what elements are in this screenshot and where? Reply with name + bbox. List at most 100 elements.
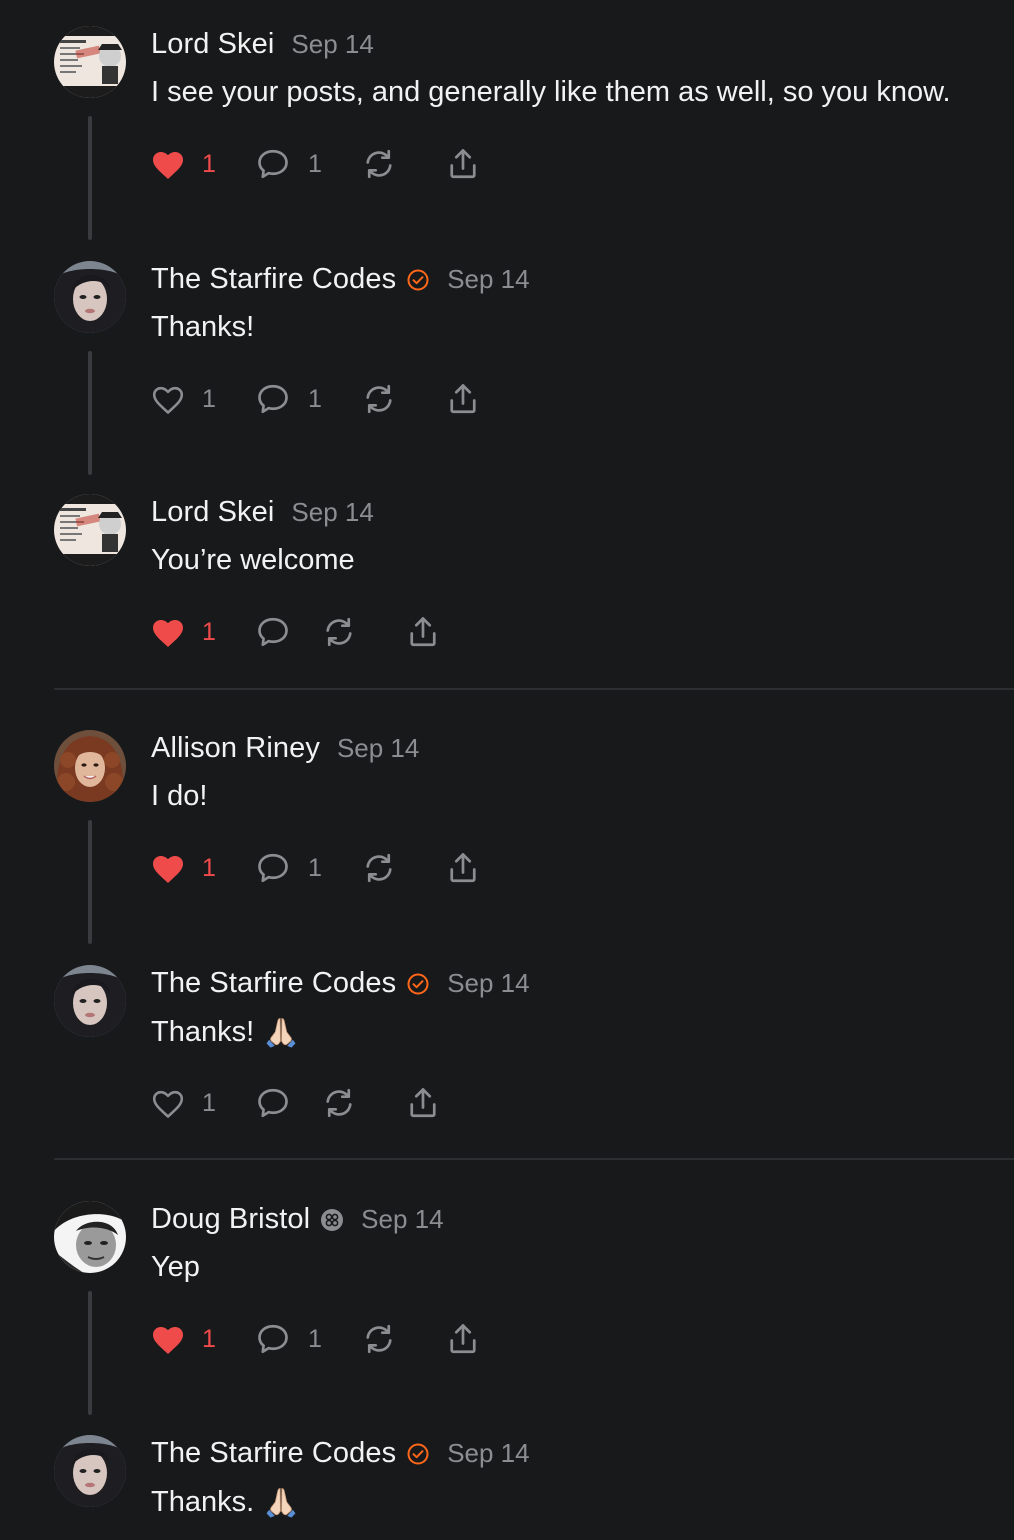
comment: Allison Riney Sep 14 I do! 1 1 <box>0 730 1014 950</box>
heart-filled-icon <box>153 152 183 179</box>
author-name[interactable]: Doug Bristol <box>151 1203 310 1236</box>
reply-button[interactable]: 1 <box>254 144 322 184</box>
subscriber-badge <box>320 1208 344 1232</box>
like-button[interactable]: 1 <box>150 1083 216 1123</box>
like-button[interactable]: 1 <box>150 144 216 184</box>
author-name[interactable]: Allison Riney <box>151 732 320 765</box>
heart-outline-icon <box>152 386 184 414</box>
verified-check-icon <box>407 973 429 994</box>
restack-button[interactable] <box>360 379 398 419</box>
avatar-lord-skei[interactable] <box>54 26 126 98</box>
comment-date[interactable]: Sep 14 <box>337 733 419 764</box>
restack-button[interactable] <box>360 848 398 888</box>
restack-button[interactable] <box>360 144 398 184</box>
share-button[interactable] <box>444 848 482 888</box>
avatar-lord-skei[interactable] <box>54 494 126 566</box>
share-icon <box>450 149 476 179</box>
comment-date[interactable]: Sep 14 <box>291 497 373 528</box>
comment-body: I do! <box>151 780 207 813</box>
reply-count: 1 <box>308 1324 322 1353</box>
comment-text: You’re welcome <box>151 544 355 576</box>
comment-header: Lord Skei Sep 14 <box>151 496 374 529</box>
verified-check-icon <box>407 269 429 290</box>
comment-date[interactable]: Sep 14 <box>447 264 529 295</box>
heart-filled-icon <box>153 1327 183 1354</box>
restack-icon <box>366 853 392 883</box>
thread-line <box>88 1291 92 1415</box>
share-button[interactable] <box>404 1083 442 1123</box>
restack-button[interactable] <box>360 1319 398 1359</box>
comment-bubble-icon <box>258 149 288 179</box>
comment-date[interactable]: Sep 14 <box>291 29 373 60</box>
comment-text: Thanks! <box>151 1015 255 1048</box>
starfire-avatar-image <box>54 1435 126 1507</box>
comment-text: I do! <box>151 780 208 812</box>
like-button[interactable]: 1 <box>150 848 216 888</box>
avatar-allison[interactable] <box>54 730 126 802</box>
comment-date[interactable]: Sep 14 <box>361 1204 443 1235</box>
comment: Lord Skei Sep 14 You’re welcome 1 <box>0 494 1014 674</box>
share-button[interactable] <box>444 379 482 419</box>
like-count: 1 <box>202 1088 216 1117</box>
like-button[interactable]: 1 <box>150 612 216 652</box>
comment-text: Yep <box>151 1251 200 1283</box>
heart-filled-icon <box>153 856 183 883</box>
verified-check-icon <box>407 1443 429 1464</box>
comment-actions: 1 <box>150 1083 442 1123</box>
avatar-doug[interactable] <box>54 1201 126 1273</box>
reply-count: 1 <box>308 853 322 882</box>
share-button[interactable] <box>404 612 442 652</box>
comment-bubble-icon <box>258 853 288 883</box>
reply-button[interactable]: 1 <box>254 379 322 419</box>
avatar-starfire[interactable] <box>54 1435 126 1507</box>
share-icon <box>450 853 476 883</box>
like-count: 1 <box>202 617 216 646</box>
reply-button[interactable]: 1 <box>254 848 322 888</box>
author-name[interactable]: Lord Skei <box>151 496 274 529</box>
comment-header: The Starfire Codes Sep 14 <box>151 967 530 1000</box>
author-name[interactable]: The Starfire Codes <box>151 1437 396 1470</box>
reply-button[interactable] <box>254 1083 292 1123</box>
comment-bubble-icon <box>258 1324 288 1354</box>
comment-header: Allison Riney Sep 14 <box>151 732 419 765</box>
reply-button[interactable] <box>254 612 292 652</box>
author-name[interactable]: The Starfire Codes <box>151 263 396 296</box>
comment-body: Thanks! <box>151 1015 298 1049</box>
heart-outline-icon <box>152 1090 184 1118</box>
lord-skei-avatar-image <box>54 26 126 98</box>
restack-icon <box>326 617 352 647</box>
restack-button[interactable] <box>320 612 358 652</box>
restack-button[interactable] <box>320 1083 358 1123</box>
verified-badge <box>406 268 430 292</box>
thread-line <box>88 116 92 240</box>
avatar-starfire[interactable] <box>54 261 126 333</box>
share-icon <box>410 1088 436 1118</box>
comment-actions: 1 1 <box>150 144 482 184</box>
comment-body: I see your posts, and generally like the… <box>151 76 951 109</box>
share-button[interactable] <box>444 144 482 184</box>
doug-avatar-image <box>54 1201 126 1273</box>
comment-text: I see your posts, and generally like the… <box>151 76 951 108</box>
starfire-avatar-image <box>54 965 126 1037</box>
author-name[interactable]: Lord Skei <box>151 28 274 61</box>
author-name[interactable]: The Starfire Codes <box>151 967 396 1000</box>
comment-actions: 1 <box>150 612 442 652</box>
restack-icon <box>366 384 392 414</box>
share-button[interactable] <box>444 1319 482 1359</box>
comment-date[interactable]: Sep 14 <box>447 968 529 999</box>
comment-header: Doug Bristol Sep 14 <box>151 1203 444 1236</box>
like-button[interactable]: 1 <box>150 379 216 419</box>
reply-button[interactable]: 1 <box>254 1319 322 1359</box>
share-icon <box>410 617 436 647</box>
comment-date[interactable]: Sep 14 <box>447 1438 529 1469</box>
comment-bubble-icon <box>258 384 288 414</box>
verified-badge <box>406 1442 430 1466</box>
like-button[interactable]: 1 <box>150 1319 216 1359</box>
share-icon <box>450 384 476 414</box>
comment-text: Thanks. <box>151 1485 255 1518</box>
comment: Doug Bristol Sep 14 Yep 1 1 <box>0 1201 1014 1421</box>
share-icon <box>450 1324 476 1354</box>
comment-actions: 1 1 <box>150 379 482 419</box>
like-count: 1 <box>202 149 216 178</box>
avatar-starfire[interactable] <box>54 965 126 1037</box>
